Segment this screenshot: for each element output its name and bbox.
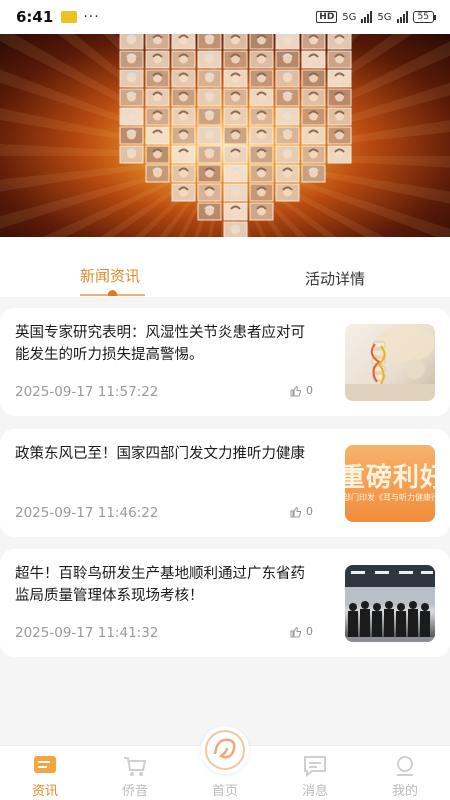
thumbs-up-icon — [290, 506, 301, 517]
news-title: 英国专家研究表明：风湿性关节炎患者应对可能发生的听力损失提高警惕。 — [15, 325, 305, 363]
team-photo-image — [345, 565, 435, 642]
like-count-value: 0 — [306, 625, 313, 638]
news-card[interactable]: 英国专家研究表明：风湿性关节炎患者应对可能发生的听力损失提高警惕。 2025-0… — [0, 308, 450, 416]
nav-messages[interactable]: 消息 — [285, 746, 345, 800]
spine-model-image — [345, 324, 435, 401]
status-bar: 6:41 ··· HD 5G 5G 55 — [0, 0, 450, 34]
policy-promo-image: 重磅利好 部门印发《耳与听力健康行 — [345, 445, 435, 522]
news-time: 2025-09-17 11:46:22 — [15, 505, 159, 521]
nav-home[interactable]: 首页 — [195, 746, 255, 800]
like-count[interactable]: 0 — [290, 505, 313, 518]
status-time: 6:41 — [16, 8, 54, 26]
nav-label-news: 资讯 — [31, 784, 58, 799]
app-notification-icon — [61, 11, 78, 23]
thumbs-up-icon — [290, 385, 301, 396]
signal-icon-2 — [396, 11, 408, 23]
heart-photo-collage-image — [119, 34, 352, 237]
nav-label-messages: 消息 — [301, 784, 328, 799]
tab-news[interactable]: 新闻资讯 — [80, 265, 140, 286]
thumbs-up-icon — [290, 626, 301, 637]
bottom-nav: 资讯 侨音 首页 消息 我的 — [0, 726, 450, 800]
like-count-value: 0 — [306, 384, 313, 397]
like-count[interactable]: 0 — [290, 625, 313, 638]
nav-qiaoyin[interactable]: 侨音 — [105, 746, 165, 800]
news-title: 超牛！百聆鸟研发生产基地顺利通过广东省药监局质量管理体系现场考核！ — [15, 566, 305, 604]
cart-icon — [124, 757, 147, 776]
promo-headline: 重磅利好 — [345, 463, 435, 493]
banner-carousel[interactable] — [0, 34, 450, 237]
profile-icon — [397, 756, 413, 776]
nav-profile[interactable]: 我的 — [375, 746, 435, 800]
tab-bar: 新闻资讯 活动详情 — [0, 237, 450, 297]
nav-news[interactable]: 资讯 — [15, 746, 75, 800]
news-time: 2025-09-17 11:57:22 — [15, 384, 159, 400]
more-notifications-icon: ··· — [83, 9, 100, 25]
promo-subtitle: 部门印发《耳与听力健康行 — [345, 493, 435, 502]
news-title: 政策东风已至！国家四部门发文力推听力健康 — [15, 446, 305, 462]
signal-icon — [361, 11, 373, 23]
like-count[interactable]: 0 — [290, 384, 313, 397]
battery-icon: 55 — [412, 11, 437, 23]
news-icon — [34, 756, 56, 773]
news-card[interactable]: 政策东风已至！国家四部门发文力推听力健康 2025-09-17 11:46:22… — [0, 429, 450, 537]
nav-label-profile: 我的 — [391, 784, 418, 799]
news-time: 2025-09-17 11:41:32 — [15, 625, 159, 641]
like-count-value: 0 — [306, 505, 313, 518]
tab-activity[interactable]: 活动详情 — [305, 268, 365, 289]
nav-label-home: 首页 — [211, 784, 238, 799]
news-card[interactable]: 超牛！百聆鸟研发生产基地顺利通过广东省药监局质量管理体系现场考核！ 2025-0… — [0, 549, 450, 657]
network-type-2: 5G — [377, 11, 392, 23]
nav-label-qiaoyin: 侨音 — [121, 784, 148, 799]
network-type-1: 5G — [342, 11, 357, 23]
message-icon — [304, 756, 326, 777]
tab-active-indicator — [80, 290, 145, 296]
status-indicators: HD 5G 5G 55 — [316, 11, 437, 23]
hd-icon: HD — [316, 11, 338, 23]
